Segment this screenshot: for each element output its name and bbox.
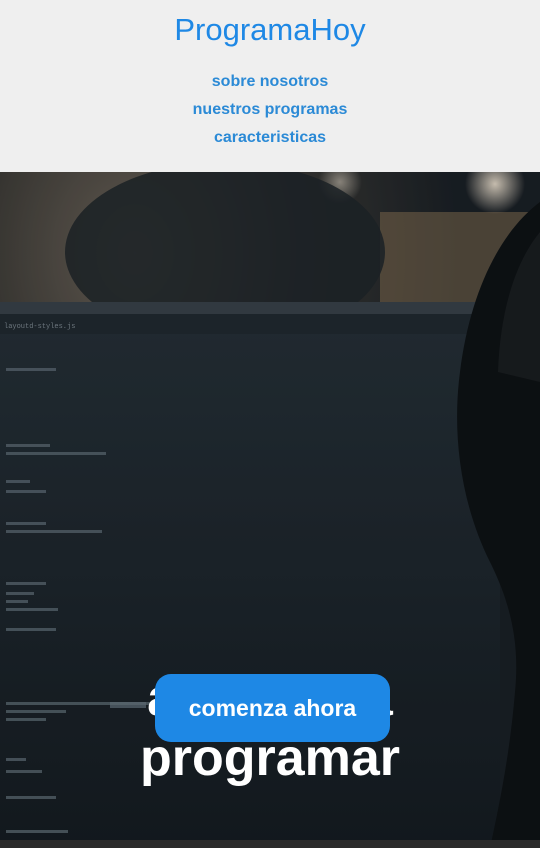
hero-section: layoutd-styles.js programar [0, 172, 540, 848]
brand-title[interactable]: ProgramaHoy [0, 12, 540, 48]
main-nav: sobre nosotros nuestros programas caract… [0, 68, 540, 152]
nav-link-nuestros-programas[interactable]: nuestros programas [0, 96, 540, 124]
nav-link-sobre-nosotros[interactable]: sobre nosotros [0, 68, 540, 96]
start-now-button[interactable]: comenza ahora [155, 674, 390, 742]
nav-link-caracteristicas[interactable]: caracteristicas [0, 124, 540, 152]
site-header: ProgramaHoy sobre nosotros nuestros prog… [0, 0, 540, 172]
bottom-edge [0, 840, 540, 848]
